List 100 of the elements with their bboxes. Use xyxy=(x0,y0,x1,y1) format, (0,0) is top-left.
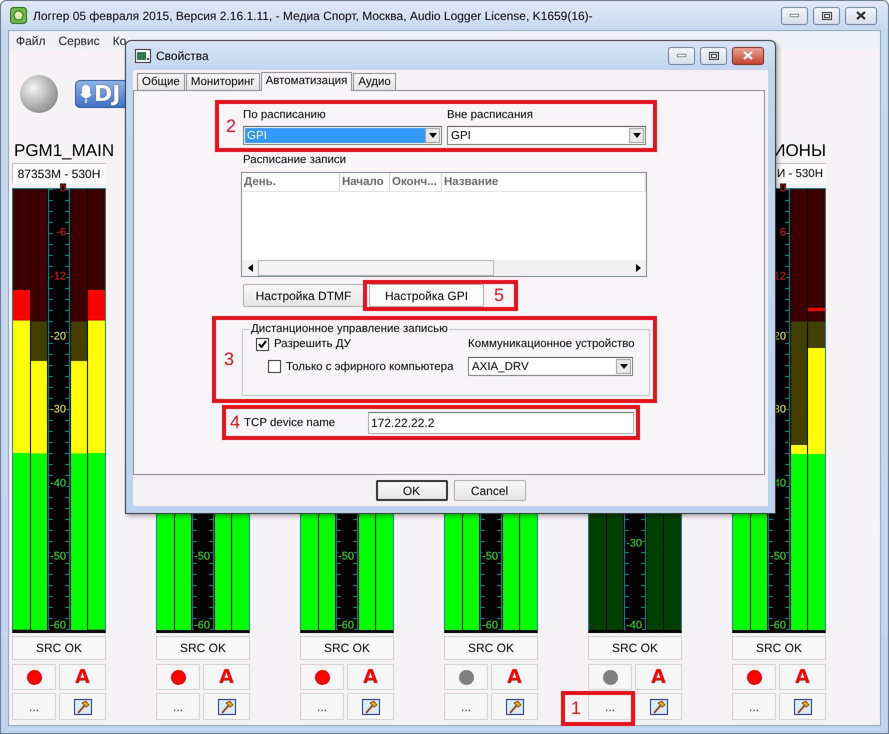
tool-button[interactable] xyxy=(347,693,394,720)
field-label: TCP device name xyxy=(244,416,336,430)
more-button[interactable]: ... xyxy=(444,693,488,720)
maximize-icon xyxy=(708,52,718,60)
microphone-icon xyxy=(80,84,92,104)
column-header[interactable]: День. xyxy=(242,173,340,191)
field-label: Вне расписания xyxy=(447,108,534,122)
record-button[interactable] xyxy=(12,664,56,690)
status-lamp xyxy=(20,75,58,113)
minimize-icon xyxy=(677,54,686,57)
scale-label: -60 xyxy=(338,620,354,632)
close-icon xyxy=(856,11,866,20)
scale-label: 0 xyxy=(780,184,786,194)
auto-button[interactable]: A xyxy=(347,664,394,690)
tab[interactable]: Общие xyxy=(137,73,185,90)
minimize-icon xyxy=(790,14,799,17)
scale-label: -30 xyxy=(50,404,66,415)
dialog-title: Свойства xyxy=(156,48,209,62)
more-button[interactable]: ... xyxy=(732,693,776,720)
more-button[interactable]: ... xyxy=(588,693,632,720)
maximize-button[interactable] xyxy=(813,6,840,24)
more-button[interactable]: ... xyxy=(300,693,344,720)
checkbox[interactable] xyxy=(268,360,281,373)
status-display: SRC OK xyxy=(300,636,394,660)
record-button[interactable] xyxy=(732,664,776,690)
record-button[interactable] xyxy=(300,664,344,690)
annotation-number: 3 xyxy=(222,349,235,370)
maximize-icon xyxy=(822,12,832,20)
hammer-icon xyxy=(794,698,812,714)
scale-label: -50 xyxy=(338,552,354,563)
minimize-button[interactable] xyxy=(781,6,808,24)
column-header[interactable]: Оконч... xyxy=(390,173,442,191)
section-label: Расписание записи xyxy=(243,153,346,167)
caret-icon xyxy=(428,133,436,138)
scale-label: -40 xyxy=(50,478,66,490)
status-display: SRC OK xyxy=(12,636,106,660)
annotation-number: 4 xyxy=(228,412,241,433)
dialog-button[interactable]: Cancel xyxy=(454,480,526,501)
close-icon xyxy=(743,51,753,60)
column-header[interactable]: Начало xyxy=(340,173,390,191)
horizontal-scrollbar[interactable] xyxy=(242,260,646,276)
tool-button[interactable] xyxy=(491,693,538,720)
scale-label: -50 xyxy=(50,552,66,563)
maximize-button[interactable] xyxy=(700,46,727,64)
settings-button[interactable]: Настройка DTMF xyxy=(243,284,364,307)
tab[interactable]: Аудио xyxy=(353,73,396,90)
dropdown[interactable]: AXIA_DRV xyxy=(468,357,633,376)
auto-button[interactable]: A xyxy=(491,664,538,690)
hammer-icon xyxy=(218,698,236,714)
dialog-button[interactable]: OK xyxy=(376,480,448,501)
status-display: SRC OK xyxy=(588,636,682,660)
annotation-number: 1 xyxy=(571,698,582,719)
right-arrow-icon[interactable] xyxy=(636,264,640,272)
scale-label: -40 xyxy=(626,620,642,632)
column-header[interactable]: Название xyxy=(442,173,646,191)
hammer-icon xyxy=(506,698,524,714)
status-display: SRC OK xyxy=(156,636,250,660)
status-display: SRC OK xyxy=(732,636,826,660)
settings-button[interactable]: Настройка GPI xyxy=(369,284,484,307)
scale-label: -20 xyxy=(50,331,66,342)
checkbox[interactable] xyxy=(256,338,269,350)
annotation-number: 5 xyxy=(492,285,505,306)
tool-button[interactable] xyxy=(779,693,826,720)
caret-icon xyxy=(620,364,628,369)
close-button[interactable] xyxy=(845,6,877,24)
hammer-icon xyxy=(362,698,380,714)
dropdown[interactable]: GPI xyxy=(447,126,646,145)
tool-button[interactable] xyxy=(59,693,106,720)
menu-item[interactable]: Сервис xyxy=(52,34,105,48)
auto-button[interactable]: A xyxy=(779,664,826,690)
text-field[interactable]: 172.22.22.2 xyxy=(368,412,634,434)
hammer-icon xyxy=(74,698,92,714)
scale-label: 6 xyxy=(780,228,786,239)
close-button[interactable] xyxy=(732,46,764,64)
tool-button[interactable] xyxy=(203,693,250,720)
hammer-icon xyxy=(650,698,668,714)
scale-label: -50 xyxy=(482,552,498,563)
menu-item[interactable]: Файл xyxy=(10,34,51,48)
scale-label: -60 xyxy=(194,620,210,632)
more-button[interactable]: ... xyxy=(156,693,200,720)
auto-button[interactable]: A xyxy=(59,664,106,690)
record-button[interactable] xyxy=(156,664,200,690)
auto-button[interactable]: A xyxy=(635,664,682,690)
record-button[interactable] xyxy=(588,664,632,690)
record-button[interactable] xyxy=(444,664,488,690)
more-button[interactable]: ... xyxy=(12,693,56,720)
tool-button[interactable] xyxy=(635,693,682,720)
field-label: По расписанию xyxy=(243,108,327,122)
channel-code-display: 87353M - 530H xyxy=(12,163,106,184)
scrollbar-thumb[interactable] xyxy=(258,260,494,276)
scale-label: -50 xyxy=(770,552,786,563)
annotation-number: 2 xyxy=(224,116,237,137)
auto-button[interactable]: A xyxy=(203,664,250,690)
minimize-button[interactable] xyxy=(668,46,695,64)
tab[interactable]: Мониторинг xyxy=(186,73,260,90)
scale-label: -60 xyxy=(482,620,498,632)
left-arrow-icon[interactable] xyxy=(248,264,252,272)
caret-icon xyxy=(632,133,640,138)
tab[interactable]: Автоматизация xyxy=(260,72,352,91)
checkbox-label: Только с эфирного компьютера xyxy=(286,360,454,372)
